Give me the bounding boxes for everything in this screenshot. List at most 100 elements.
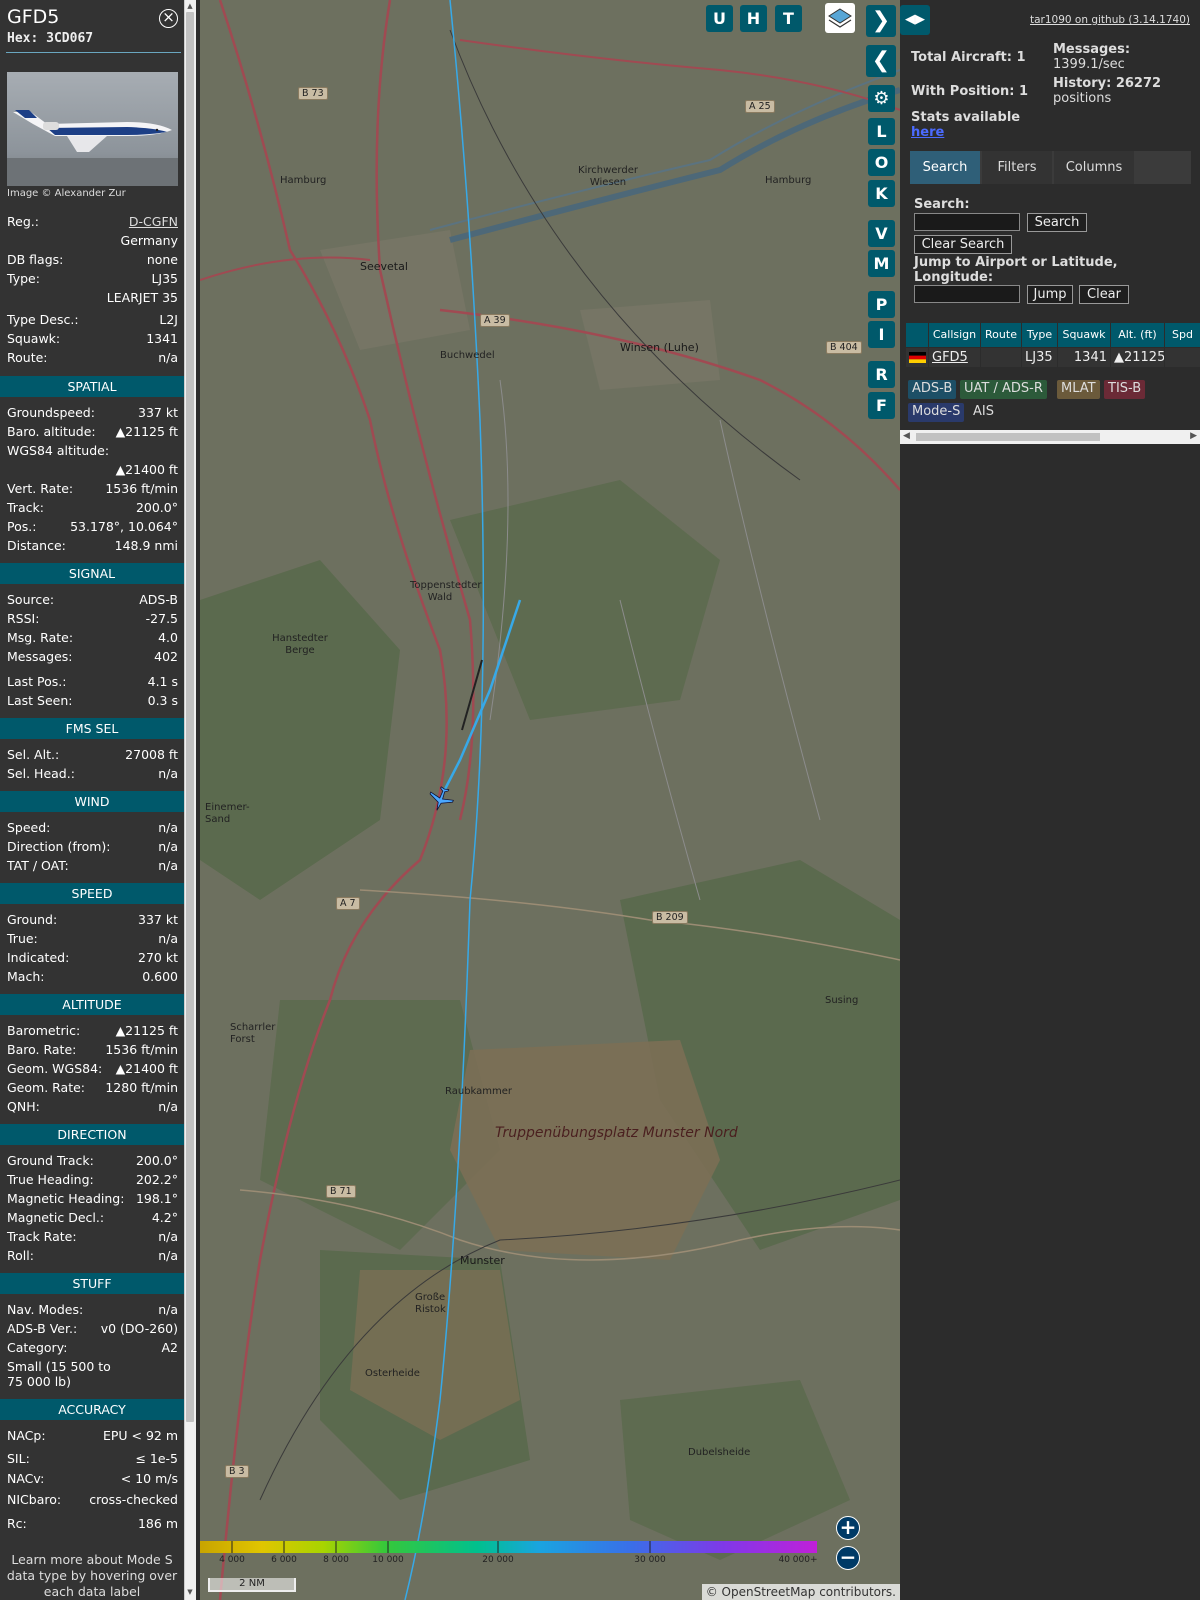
map-button-f[interactable]: F: [868, 392, 895, 419]
row-value: ≤ 1e-5: [135, 1451, 178, 1466]
info-scrollbar[interactable]: ▲ ▼: [184, 0, 196, 1600]
row-label: NACv:: [7, 1471, 45, 1486]
detail-label: Type Desc.:: [7, 312, 79, 327]
spatial-row: Pos.: 53.178°, 10.064°: [7, 518, 178, 536]
accuracy-row: NACp: EPU < 92 m: [7, 1427, 178, 1445]
zoom-out-icon[interactable]: −: [836, 1546, 860, 1570]
map-button-l[interactable]: L: [868, 118, 895, 145]
spatial-row: WGS84 altitude:: [7, 442, 178, 460]
row-label: Pos.:: [7, 519, 37, 534]
zoom-in-icon[interactable]: +: [836, 1516, 860, 1540]
altitude-legend-tick: 6 000: [271, 1555, 297, 1565]
detail-label: Type:: [7, 271, 40, 286]
layers-icon[interactable]: [825, 3, 855, 33]
mode-s-footnote: Learn more about Mode S data type by hov…: [6, 1552, 178, 1599]
map-label: Hamburg: [765, 175, 812, 186]
map-attribution[interactable]: © OpenStreetMap contributors.: [701, 1584, 900, 1600]
detail-value: none: [146, 252, 178, 267]
row-label: Roll:: [7, 1248, 34, 1263]
map-button-i[interactable]: I: [868, 321, 895, 348]
column-header-altitude[interactable]: Alt. (ft): [1111, 323, 1164, 347]
settings-gear-icon[interactable]: ⚙: [868, 85, 895, 112]
altitude-color-legend: [200, 1538, 817, 1553]
legend-adsb: ADS-B: [908, 380, 957, 399]
aircraft-photo[interactable]: [7, 72, 178, 186]
row-value: 1536 ft/min: [105, 1042, 178, 1057]
clear-button[interactable]: Clear: [1079, 285, 1129, 304]
detail-label: Reg.:: [7, 214, 39, 229]
column-header-flag[interactable]: [906, 323, 928, 347]
chevron-left-icon[interactable]: ❮: [866, 45, 896, 77]
jump-input[interactable]: [914, 285, 1020, 303]
table-horizontal-scrollbar[interactable]: ◀ ▶: [900, 430, 1200, 444]
spatial-row: Track: 200.0°: [7, 499, 178, 517]
row-value: n/a: [158, 820, 178, 835]
expand-collapse-icon[interactable]: ◀▶: [900, 5, 930, 35]
column-header-route[interactable]: Route: [981, 323, 1021, 347]
map-view[interactable]: Seevetal Winsen (Luhe) Buchwedel Toppens…: [200, 0, 900, 1600]
chevron-right-icon[interactable]: ❯: [866, 5, 896, 37]
scroll-right-icon[interactable]: ▶: [1190, 431, 1197, 441]
stuff-row: Category: A2: [7, 1339, 178, 1357]
scroll-left-icon[interactable]: ◀: [903, 431, 910, 441]
map-button-p[interactable]: P: [868, 291, 895, 318]
row-label: True:: [7, 931, 38, 946]
map-button-m[interactable]: M: [868, 250, 895, 277]
detail-label: Squawk:: [7, 331, 61, 346]
callsign-cell[interactable]: GFD5: [929, 348, 980, 367]
map-button-k[interactable]: K: [868, 180, 895, 207]
map-button-u[interactable]: U: [706, 5, 733, 32]
row-label: ADS-B Ver.:: [7, 1321, 78, 1336]
row-value: 337 kt: [138, 405, 178, 420]
github-link[interactable]: tar1090 on github (3.14.1740): [1030, 14, 1190, 26]
direction-row: Magnetic Heading: 198.1°: [7, 1190, 178, 1208]
row-label: Category:: [7, 1340, 68, 1355]
row-value: 27008 ft: [125, 747, 178, 762]
row-label: Msg. Rate:: [7, 630, 74, 645]
legend-tisb: TIS-B: [1104, 380, 1146, 399]
map-button-o[interactable]: O: [868, 149, 895, 176]
map-button-r[interactable]: R: [868, 361, 895, 388]
close-icon[interactable]: ×: [159, 9, 178, 28]
aircraft-callsign: GFD5: [7, 6, 60, 28]
direction-row: Magnetic Decl.: 4.2°: [7, 1209, 178, 1227]
scroll-down-icon[interactable]: ▼: [186, 1588, 194, 1596]
section-stuff: STUFF: [0, 1273, 184, 1294]
clear-search-button[interactable]: Clear Search: [914, 235, 1012, 254]
detail-value: 1341: [146, 331, 178, 346]
map-button-h[interactable]: H: [740, 5, 767, 32]
row-value: < 10 m/s: [120, 1471, 178, 1486]
tab-columns[interactable]: Columns: [1054, 151, 1134, 184]
row-value: 0.3 s: [147, 693, 178, 708]
info-scrollbar-thumb[interactable]: [186, 12, 194, 1422]
detail-row-squawk: Squawk: 1341: [7, 330, 178, 348]
altitude-row: QNH: n/a: [7, 1098, 178, 1116]
column-header-squawk[interactable]: Squawk: [1058, 323, 1110, 347]
detail-value: LEARJET 35: [106, 290, 178, 305]
registration-link[interactable]: D-CGFN: [129, 213, 178, 231]
row-label: QNH:: [7, 1099, 40, 1114]
column-header-callsign[interactable]: Callsign: [929, 323, 980, 347]
row-label: Barometric:: [7, 1023, 81, 1038]
tab-filters[interactable]: Filters: [982, 151, 1052, 184]
stats-text: Stats available: [911, 110, 1021, 125]
row-value: 198.1°: [135, 1191, 178, 1206]
row-label: Vert. Rate:: [7, 481, 74, 496]
search-button[interactable]: Search: [1027, 213, 1087, 232]
stats-link[interactable]: here: [911, 125, 944, 140]
scroll-up-icon[interactable]: ▲: [186, 2, 194, 10]
row-label: Geom. Rate:: [7, 1080, 86, 1095]
column-header-type[interactable]: Type: [1022, 323, 1057, 347]
search-input[interactable]: [914, 213, 1020, 231]
column-header-speed[interactable]: Spd: [1165, 323, 1200, 347]
map-button-v[interactable]: V: [868, 220, 895, 247]
map-label: Toppenstedter Wald: [410, 580, 482, 603]
legend-mlat: MLAT: [1057, 380, 1100, 399]
horizontal-scrollbar-thumb[interactable]: [916, 433, 1100, 441]
detail-label: DB flags:: [7, 252, 64, 267]
map-label: Susing: [825, 995, 859, 1006]
detail-label: Route:: [7, 350, 48, 365]
tab-search[interactable]: Search: [910, 151, 980, 184]
jump-button[interactable]: Jump: [1027, 285, 1073, 304]
map-button-t[interactable]: T: [775, 5, 802, 32]
